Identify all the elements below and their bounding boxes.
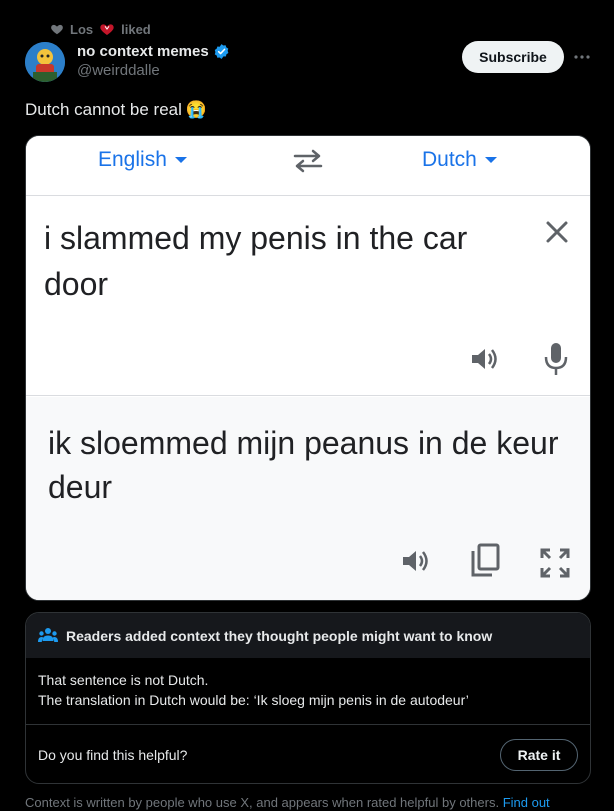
avatar[interactable] bbox=[25, 42, 65, 82]
source-panel: i slammed my penis in the car door bbox=[26, 197, 590, 396]
translation-panel: ik sloemmed mijn peanus in de keur deur bbox=[26, 397, 590, 600]
swap-icon[interactable] bbox=[291, 148, 325, 174]
translate-header: English Dutch bbox=[26, 136, 590, 196]
source-language-label: English bbox=[98, 148, 167, 171]
liked-label: liked bbox=[121, 21, 151, 37]
community-note-line-2: The translation in Dutch would be: ‘Ik s… bbox=[38, 692, 469, 708]
chevron-down-icon bbox=[484, 157, 497, 163]
tweet-body: Dutch cannot be real bbox=[25, 100, 182, 119]
author-name[interactable]: no context memes bbox=[77, 43, 209, 60]
rate-it-button[interactable]: Rate it bbox=[500, 739, 578, 771]
liker-name[interactable]: Los bbox=[70, 22, 93, 37]
author-handle[interactable]: @weirddalle bbox=[77, 62, 230, 79]
verified-badge-icon bbox=[214, 44, 229, 59]
avatar-image bbox=[25, 42, 65, 82]
mic-icon[interactable] bbox=[543, 341, 569, 377]
copy-icon[interactable] bbox=[470, 543, 500, 577]
people-icon bbox=[38, 627, 58, 642]
tweet-media-image[interactable]: English Dutch i slammed my penis in the … bbox=[25, 135, 591, 601]
community-note-disclaimer: Context is written by people who use X, … bbox=[25, 795, 550, 810]
translated-text: ik sloemmed mijn peanus in de keur deur bbox=[48, 425, 559, 505]
source-text: i slammed my penis in the car door bbox=[44, 220, 468, 302]
disclaimer-text: Context is written by people who use X, … bbox=[25, 795, 500, 810]
more-icon[interactable] bbox=[572, 47, 592, 67]
tweet-text: Dutch cannot be real 😭 bbox=[25, 100, 207, 120]
chevron-down-icon bbox=[174, 157, 187, 163]
expand-icon[interactable] bbox=[539, 547, 571, 579]
community-note-header: Readers added context they thought peopl… bbox=[26, 613, 590, 658]
target-language-label: Dutch bbox=[422, 148, 477, 171]
community-note-body: That sentence is not Dutch. The translat… bbox=[26, 658, 590, 725]
speaker-icon[interactable] bbox=[468, 343, 500, 375]
subscribe-button[interactable]: Subscribe bbox=[462, 41, 564, 73]
target-language-selector[interactable]: Dutch bbox=[422, 148, 497, 172]
heart-icon bbox=[51, 24, 63, 35]
author-block: no context memes @weirddalle bbox=[77, 42, 230, 79]
clear-icon[interactable] bbox=[542, 217, 572, 247]
community-note-heading: Readers added context they thought peopl… bbox=[66, 627, 493, 644]
community-note-line-1: That sentence is not Dutch. bbox=[38, 672, 209, 688]
social-context: Los liked bbox=[50, 20, 151, 38]
source-language-selector[interactable]: English bbox=[98, 148, 187, 172]
find-out-link[interactable]: Find out bbox=[503, 795, 550, 810]
crying-emoji: 😭 bbox=[185, 100, 208, 119]
red-heart-icon bbox=[100, 24, 114, 35]
community-note-footer: Do you find this helpful? Rate it bbox=[26, 725, 590, 783]
helpful-question: Do you find this helpful? bbox=[38, 747, 188, 763]
speaker-icon[interactable] bbox=[399, 545, 431, 577]
community-note: Readers added context they thought peopl… bbox=[25, 612, 591, 784]
